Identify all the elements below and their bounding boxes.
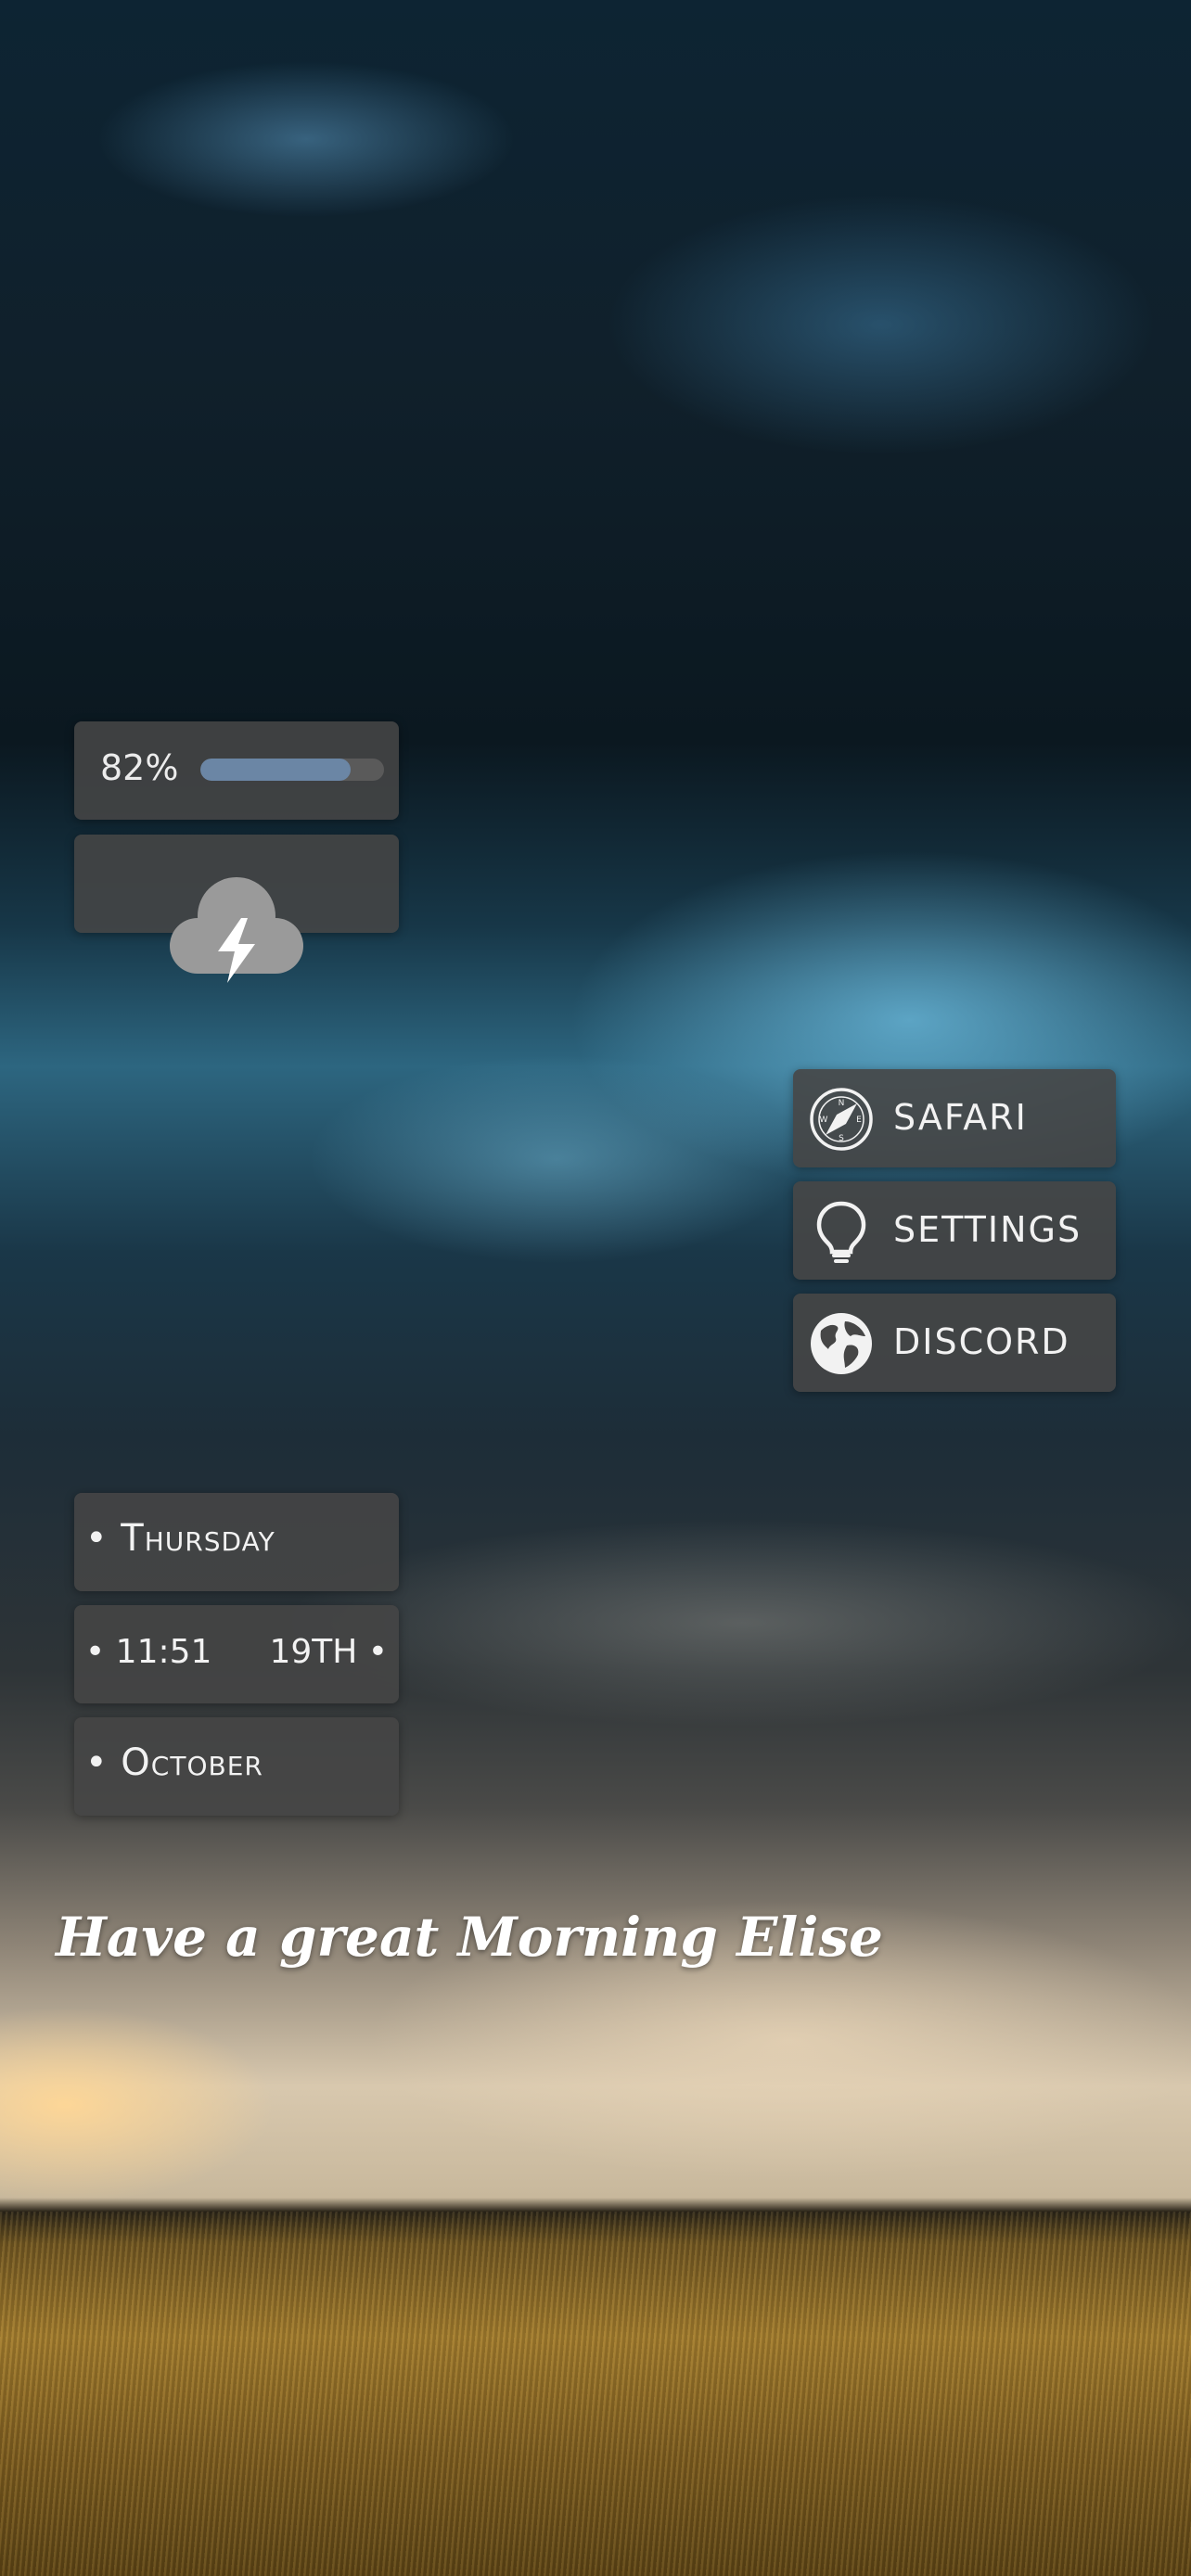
safari-button[interactable]: N S W E SAFARI — [793, 1069, 1116, 1167]
greeting-text: Have a great Morning Elise — [56, 1906, 883, 1969]
svg-text:N: N — [839, 1099, 845, 1108]
svg-text:E: E — [856, 1116, 862, 1125]
month-widget: • October — [74, 1717, 399, 1816]
discord-label: DISCORD — [893, 1321, 1070, 1362]
globe-icon — [811, 1313, 872, 1374]
time-date-widget: • 11:51 19TH • — [74, 1605, 399, 1703]
safari-label: SAFARI — [893, 1097, 1028, 1138]
wheat-field — [0, 2212, 1191, 2576]
battery-percentage: 82% — [100, 747, 179, 788]
battery-bar-fill — [200, 759, 352, 781]
time-text: • 11:51 — [85, 1633, 212, 1671]
wallpaper — [0, 0, 1191, 2576]
battery-bar — [200, 759, 384, 781]
compass-icon: N S W E — [810, 1088, 873, 1151]
svg-text:S: S — [839, 1134, 844, 1143]
weekday-text: • Thursday — [85, 1517, 275, 1560]
month-text: • October — [85, 1741, 263, 1784]
weekday-widget: • Thursday — [74, 1493, 399, 1591]
discord-button[interactable]: DISCORD — [793, 1294, 1116, 1392]
battery-widget[interactable]: 82% — [74, 721, 399, 820]
settings-button[interactable]: SETTINGS — [793, 1181, 1116, 1280]
svg-text:W: W — [820, 1116, 828, 1125]
settings-label: SETTINGS — [893, 1209, 1082, 1250]
lightbulb-icon — [816, 1201, 866, 1263]
thunderstorm-cloud-icon — [170, 877, 303, 983]
day-of-month-text: 19TH • — [269, 1633, 388, 1671]
